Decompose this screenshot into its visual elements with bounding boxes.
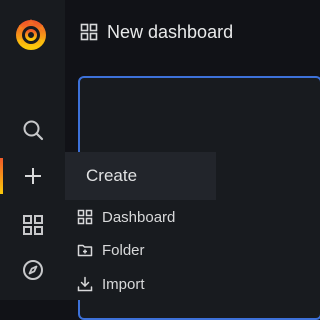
menu-item-import[interactable]: Import [77,269,145,299]
sidebar [0,0,65,300]
grafana-logo[interactable] [12,15,50,53]
create-menu: Create Dashboard Folder Import [65,152,220,300]
menu-item-dashboard[interactable]: Dashboard [77,202,175,232]
dashboard-grid-icon [80,23,98,41]
top-bar: New dashboard [65,0,256,64]
folder-plus-icon [77,242,93,258]
sidebar-item-search[interactable] [0,112,65,148]
dashboard-grid-icon [77,209,93,225]
page-title[interactable]: New dashboard [107,22,233,43]
dashboards-grid-icon [22,214,44,236]
sidebar-item-create[interactable] [0,158,65,194]
menu-item-folder[interactable]: Folder [77,235,145,265]
search-icon [22,119,44,141]
menu-item-label: Folder [102,241,145,259]
sidebar-item-dashboards[interactable] [0,207,65,243]
menu-item-label: Dashboard [102,208,176,226]
menu-item-label: Import [102,275,145,293]
plus-icon [23,166,43,186]
compass-icon [22,259,44,281]
create-menu-header[interactable]: Create [65,152,216,200]
import-icon [77,276,93,292]
sidebar-item-explore[interactable] [0,252,65,288]
